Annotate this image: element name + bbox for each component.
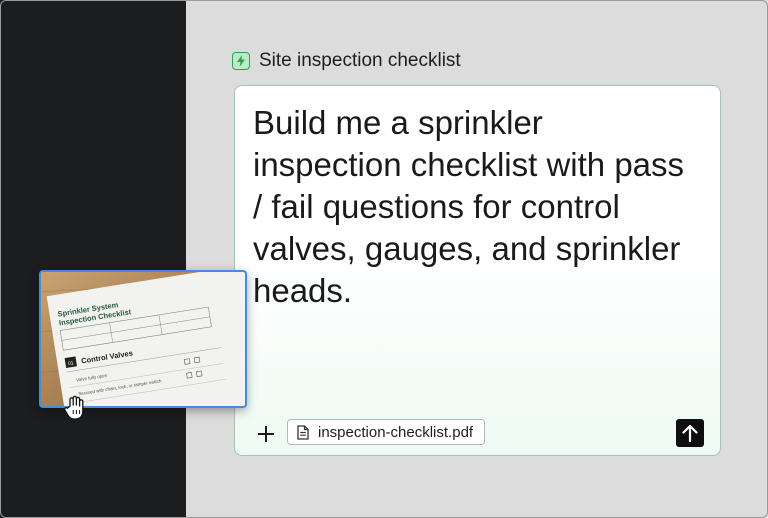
add-attachment-button[interactable]	[253, 421, 279, 447]
sidebar	[0, 0, 186, 518]
prompt-text[interactable]: Build me a sprinkler inspection checklis…	[253, 102, 693, 312]
page-title: Site inspection checklist	[259, 50, 461, 71]
dragged-image-preview[interactable]: Sprinkler System Inspection Checklist 01…	[39, 270, 247, 408]
lightning-bolt-icon	[232, 52, 250, 70]
attachment-filename: inspection-checklist.pdf	[318, 423, 474, 441]
arrow-up-icon	[682, 424, 698, 442]
plus-icon	[258, 426, 274, 442]
send-button[interactable]	[676, 419, 704, 447]
grab-hand-cursor-icon	[64, 395, 84, 420]
checklist-photo: Sprinkler System Inspection Checklist 01…	[41, 272, 245, 406]
attachment-chip[interactable]: inspection-checklist.pdf	[287, 419, 486, 445]
document-icon	[297, 424, 309, 440]
prompt-composer[interactable]: Build me a sprinkler inspection checklis…	[234, 85, 721, 456]
header: Site inspection checklist	[232, 49, 461, 73]
